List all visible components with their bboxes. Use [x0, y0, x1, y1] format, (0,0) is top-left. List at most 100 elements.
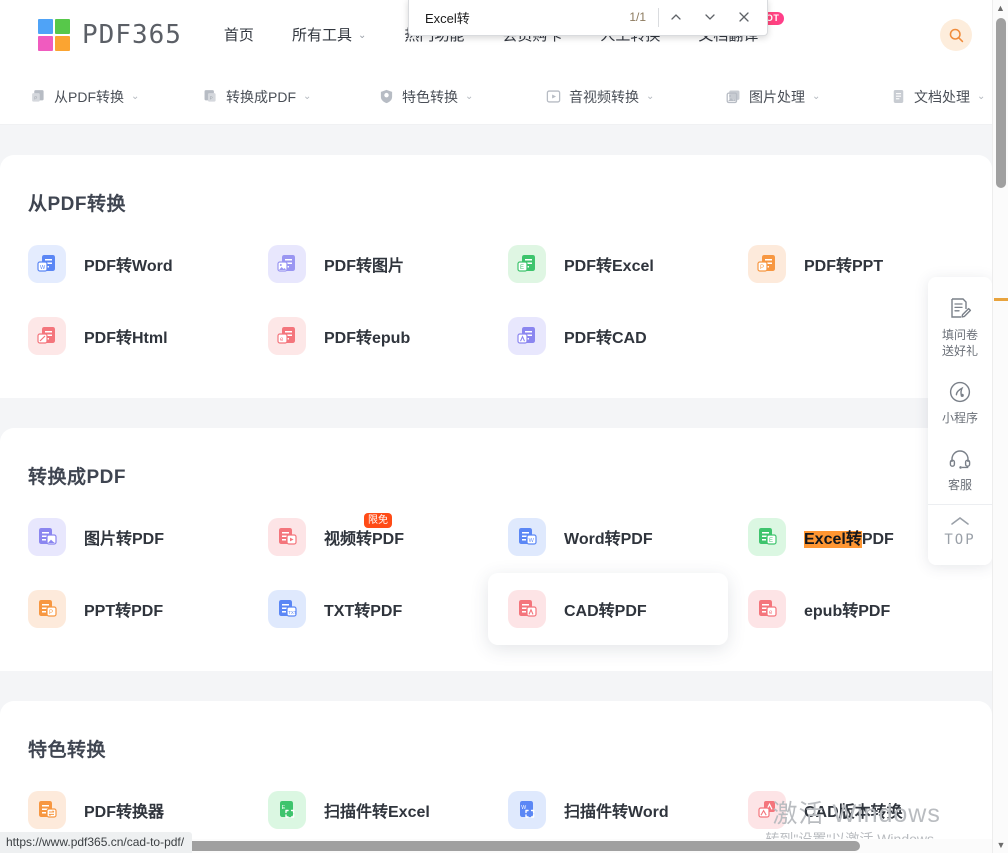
find-in-page-bar: 1/1: [408, 0, 768, 36]
tool-label-rest: PDF: [861, 531, 894, 548]
dock-item-support[interactable]: 客服: [928, 437, 992, 504]
survey-icon: [951, 298, 972, 318]
floating-dock: 填问卷 送好礼 小程序 客服 TOP: [928, 277, 992, 565]
tool-label: Word转PDF: [564, 531, 653, 548]
tool-card-txt-to-pdf[interactable]: TXT TXT转PDF: [248, 573, 488, 645]
tool-card-pdf-to-excel[interactable]: E PDF转Excel: [488, 228, 728, 300]
pdf-to-image-icon: [268, 245, 306, 283]
scroll-down-arrow[interactable]: ▼: [993, 837, 1008, 853]
tool-label: PDF转图片: [324, 258, 405, 275]
search-button[interactable]: [940, 19, 972, 51]
tool-card-cad-to-pdf[interactable]: CAD转PDF: [488, 573, 728, 645]
subnav-label: 音视频转换: [569, 88, 639, 105]
tool-label: PDF转epub: [324, 330, 411, 347]
dock-label: TOP: [944, 532, 976, 548]
find-input[interactable]: [409, 9, 630, 25]
nav-item-home[interactable]: 首页: [224, 24, 254, 45]
tool-card-pdf-to-epub[interactable]: e PDF转epub: [248, 300, 488, 372]
svg-text:P: P: [49, 610, 53, 616]
svg-text:E: E: [769, 538, 773, 544]
logo-text: PDF365: [82, 19, 182, 50]
section-to-pdf: 转换成PDF 图片转PDF 视频转PDF 限免 W Word转PDF E Exc…: [0, 428, 992, 671]
tool-card-scan-to-word[interactable]: W 扫描件转Word: [488, 774, 728, 846]
tool-label: PDF转Word: [84, 258, 173, 275]
scrollbar-thumb[interactable]: [996, 18, 1006, 188]
logo[interactable]: PDF365: [38, 18, 182, 51]
nav-label: 所有工具: [291, 27, 352, 44]
tool-label: PDF转Excel: [564, 258, 654, 275]
dock-item-back-to-top[interactable]: TOP: [928, 504, 992, 559]
tool-card-pdf-to-image[interactable]: PDF转图片: [248, 228, 488, 300]
band-gap: [0, 125, 992, 155]
tool-card-epub-to-pdf[interactable]: e epub转PDF: [728, 573, 968, 645]
excel-to-pdf-icon: E: [748, 518, 786, 556]
band-gap: [0, 671, 992, 701]
find-close-button[interactable]: [727, 0, 761, 35]
chevron-down-icon: ⌄: [977, 91, 986, 102]
chevron-down-icon: ⌄: [812, 91, 821, 102]
tool-card-pdf-to-word[interactable]: W PDF转Word: [8, 228, 248, 300]
logo-icon: [38, 18, 70, 51]
tool-label: CAD版本转换: [804, 804, 903, 821]
nav-item-all-tools[interactable]: 所有工具 ⌄: [292, 24, 366, 45]
scroll-up-arrow[interactable]: ▲: [993, 0, 1008, 16]
tool-card-cad-version[interactable]: CAD版本转换: [728, 774, 968, 846]
find-previous-button[interactable]: [659, 0, 693, 35]
find-next-button[interactable]: [693, 0, 727, 35]
media-icon: [545, 88, 562, 105]
scan-to-excel-icon: E: [268, 791, 306, 829]
subnav-item-document[interactable]: 文档处理 ⌄: [890, 87, 985, 107]
chevron-down-icon: ⌄: [303, 91, 312, 102]
band-gap: [0, 398, 992, 428]
section-title: 特色转换: [28, 740, 107, 761]
pdf-converter-icon: [28, 791, 66, 829]
tool-card-ppt-to-pdf[interactable]: P PPT转PDF: [8, 573, 248, 645]
subnav-item-featured[interactable]: 特色转换 ⌄: [378, 87, 513, 107]
chevron-down-icon: ⌄: [131, 91, 140, 102]
cad-version-icon: [748, 791, 786, 829]
svg-text:TXT: TXT: [288, 610, 297, 615]
tool-card-word-to-pdf[interactable]: W Word转PDF: [488, 501, 728, 573]
subnav-item-to-pdf[interactable]: P 转换成PDF ⌄: [202, 87, 342, 107]
tool-card-pdf-to-cad[interactable]: PDF转CAD: [488, 300, 728, 372]
epub-to-pdf-icon: e: [748, 590, 786, 628]
tool-card-pdf-to-html[interactable]: PDF转Html: [8, 300, 248, 372]
dock-item-survey[interactable]: 填问卷 送好礼: [928, 287, 992, 370]
subnav-item-media[interactable]: 音视频转换 ⌄: [545, 87, 695, 107]
miniprogram-icon: [949, 381, 971, 403]
search-match-tick: [994, 298, 1008, 301]
tool-label: PDF转换器: [84, 804, 165, 821]
badge-star-icon: [378, 88, 395, 105]
tool-label: PPT转PDF: [84, 603, 164, 620]
dock-label: 填问卷 送好礼: [941, 328, 978, 358]
pdf-to-excel-icon: E: [508, 245, 546, 283]
svg-text:E: E: [520, 265, 524, 271]
subnav-item-image[interactable]: 图片处理 ⌄: [725, 87, 860, 107]
tool-label: PDF转Html: [84, 330, 168, 347]
dock-item-miniprogram[interactable]: 小程序: [928, 370, 992, 437]
tool-card-scan-to-excel[interactable]: E 扫描件转Excel: [248, 774, 488, 846]
status-bar-url: https://www.pdf365.cn/cad-to-pdf/: [0, 832, 193, 853]
pdf-to-word-icon: W: [28, 245, 66, 283]
dock-label: 客服: [947, 478, 972, 492]
pdf-convert-from-icon: P: [30, 88, 47, 105]
svg-text:W: W: [40, 265, 46, 271]
vertical-scrollbar[interactable]: ▲ ▼: [992, 0, 1008, 853]
tool-card-image-to-pdf[interactable]: 图片转PDF: [8, 501, 248, 573]
subnav-item-from-pdf[interactable]: P 从PDF转换 ⌄: [30, 87, 170, 107]
tool-card-video-to-pdf[interactable]: 视频转PDF 限免: [248, 501, 488, 573]
scan-to-word-icon: W: [508, 791, 546, 829]
svg-text:E: E: [282, 805, 286, 811]
chevron-down-icon: ⌄: [357, 30, 367, 41]
cad-to-pdf-icon: [508, 590, 546, 628]
video-to-pdf-icon: [268, 518, 306, 556]
pdf-to-ppt-icon: P: [748, 245, 786, 283]
pdf-to-epub-icon: e: [268, 317, 306, 355]
image-to-pdf-icon: [28, 518, 66, 556]
tool-label: 扫描件转Excel: [324, 804, 430, 821]
tool-label: epub转PDF: [804, 603, 891, 620]
pdf-to-html-icon: [28, 317, 66, 355]
top-arrow-icon: [951, 517, 969, 525]
headset-icon: [949, 450, 971, 469]
subnav-label: 图片处理: [749, 88, 805, 105]
